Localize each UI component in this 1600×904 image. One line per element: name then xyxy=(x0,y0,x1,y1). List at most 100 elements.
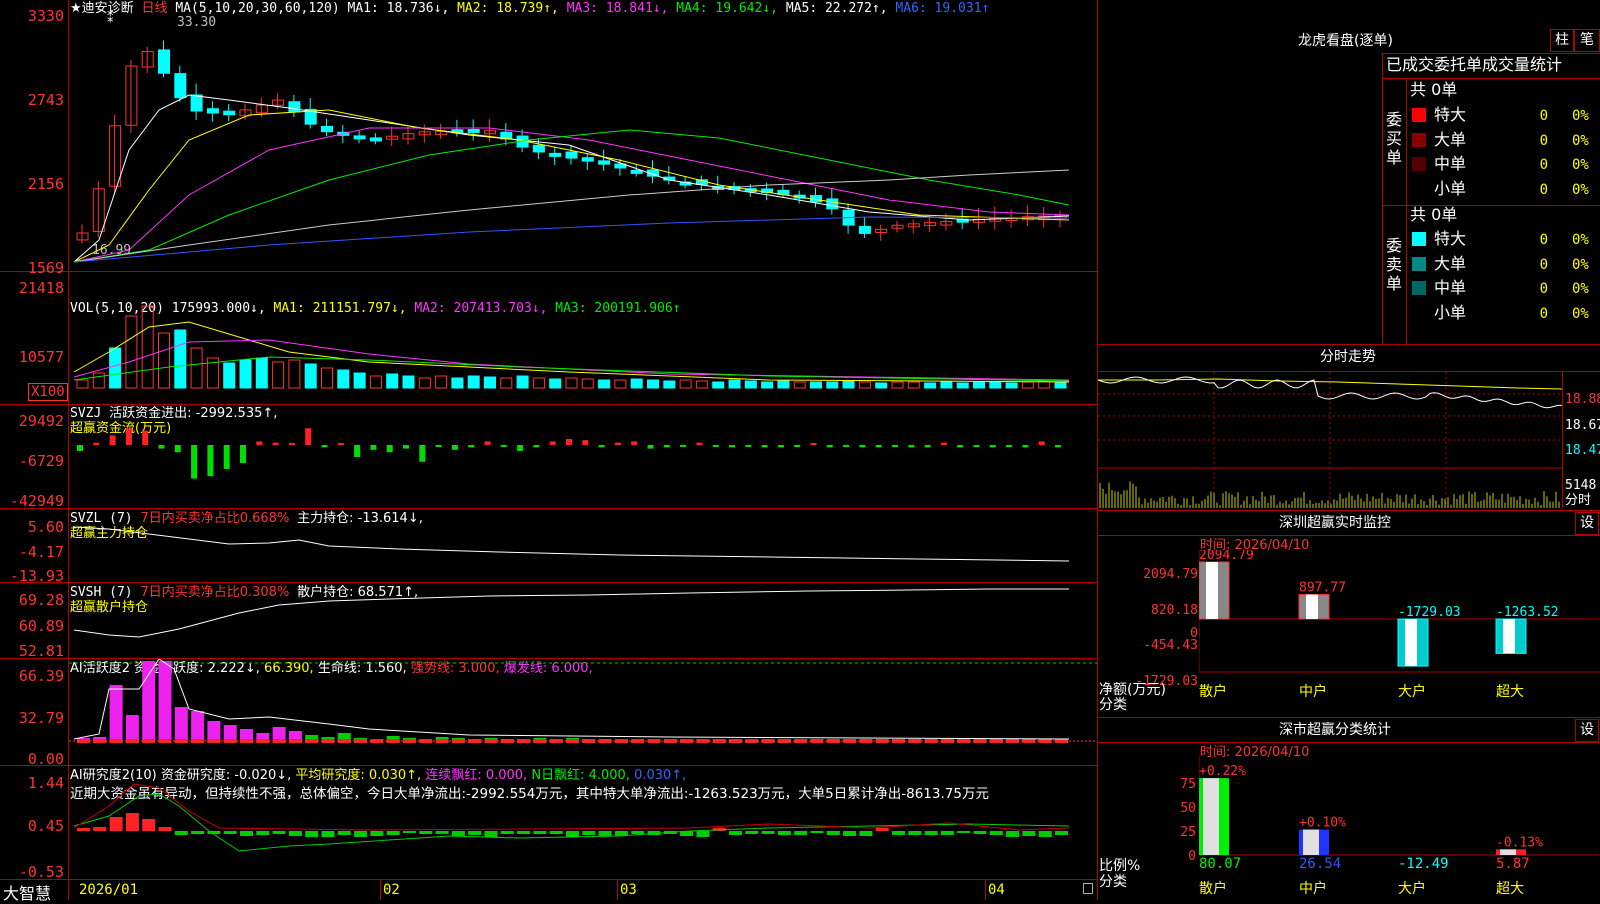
y-tick: -13.93 xyxy=(9,567,64,585)
fund-flow-chart[interactable] xyxy=(69,405,1097,508)
candle-body xyxy=(467,129,480,134)
monitor-bar-chart[interactable]: 2094.79 散户 897.77 中户 -1729.03 大户 -1263.52 超大 xyxy=(1199,550,1599,715)
category-bar-highlight xyxy=(1503,619,1515,654)
vol-bar xyxy=(435,375,448,389)
y-tick: 0.45 xyxy=(27,817,64,835)
lhb-title: 龙虎看盘(逐单) xyxy=(1298,33,1393,49)
activity-bar xyxy=(158,661,172,743)
research-bar xyxy=(826,831,840,835)
bar-value-label: -12.49 xyxy=(1398,856,1449,872)
order-type-label: 小单 xyxy=(1434,302,1467,322)
bar-value-label: 26.54 xyxy=(1299,856,1341,872)
category-label: 超大 xyxy=(1496,881,1524,897)
flow-bar xyxy=(321,445,328,448)
vol-unit-button[interactable]: X100 xyxy=(28,383,68,401)
activity-chart[interactable] xyxy=(69,659,1097,765)
x-tick: 03 xyxy=(620,882,637,898)
lhb-line xyxy=(1382,78,1600,79)
research-bar xyxy=(777,831,791,835)
main-force-chart[interactable] xyxy=(69,509,1097,582)
y-tick: -42949 xyxy=(9,492,64,510)
lock-icon[interactable] xyxy=(1083,883,1093,894)
flow-bar xyxy=(191,445,198,479)
order-pct: 0% xyxy=(1572,281,1589,297)
research-bar xyxy=(370,831,384,836)
monitor-y-tick: -454.43 xyxy=(1143,638,1198,653)
flow-bar xyxy=(1022,445,1029,448)
vol-bar xyxy=(516,375,529,389)
order-pct: 0% xyxy=(1572,256,1589,273)
volume-chart[interactable] xyxy=(69,272,1097,404)
candle-body xyxy=(369,137,382,142)
flow-bar xyxy=(256,441,263,445)
bar-view-button[interactable]: 柱 xyxy=(1550,29,1574,52)
classify-settings-button[interactable]: 设 xyxy=(1575,719,1599,742)
retail-line xyxy=(73,588,1069,638)
legend-swatch-icon xyxy=(1412,305,1426,320)
research-bar xyxy=(517,831,531,834)
y-tick: 69.28 xyxy=(18,591,64,609)
order-type-label: 中单 xyxy=(1434,278,1467,297)
flow-bar xyxy=(109,435,116,445)
flow-bar xyxy=(517,445,524,451)
candle-body xyxy=(174,73,187,99)
flow-bar xyxy=(207,445,214,477)
research-bar xyxy=(973,831,987,834)
flow-bar xyxy=(158,445,165,449)
research-bar xyxy=(566,831,579,837)
order-count: 0 xyxy=(1539,281,1548,297)
classify-y-tick: 0 xyxy=(1188,849,1196,864)
research-bar xyxy=(468,831,482,835)
flow-bar xyxy=(484,441,491,445)
category-label: 散户 xyxy=(1199,880,1227,897)
vol-bar xyxy=(647,379,659,389)
classify-y-tick: 50 xyxy=(1180,801,1196,816)
vol-bar xyxy=(663,380,676,389)
bar-value-label: 2094.79 xyxy=(1199,550,1254,563)
category-label: 中户 xyxy=(1299,683,1327,700)
monitor-settings-button[interactable]: 设 xyxy=(1575,512,1599,535)
retail-chart[interactable] xyxy=(69,583,1097,658)
ma-line xyxy=(73,109,1070,263)
buy-total: 共 0单 xyxy=(1410,80,1458,99)
research-bar xyxy=(631,831,645,834)
intraday-chart[interactable] xyxy=(1098,372,1562,508)
vol-bar xyxy=(1021,381,1034,389)
candlestick-chart[interactable]: ⁑ xyxy=(69,0,1097,271)
vol-bar xyxy=(174,329,187,389)
intraday-y-tick: 18.47 xyxy=(1565,443,1600,458)
x-tick: 2026/01 xyxy=(79,882,139,898)
tick-view-button[interactable]: 笔 xyxy=(1574,29,1600,52)
flow-bar xyxy=(892,445,898,447)
research-bar xyxy=(598,831,612,836)
research-bar xyxy=(875,828,889,831)
y-tick: 1569 xyxy=(27,259,64,277)
vol-bar xyxy=(304,363,317,389)
buy-orders-label: 委买单 xyxy=(1386,110,1403,167)
flow-bar xyxy=(451,445,458,450)
research-chart[interactable] xyxy=(69,766,1097,879)
candle-body xyxy=(288,101,301,113)
order-pct: 0% xyxy=(1572,232,1589,248)
flow-bar xyxy=(794,445,801,447)
lhb-vline xyxy=(1382,53,1383,345)
flow-bar xyxy=(908,445,915,448)
category-bar-highlight xyxy=(1306,594,1318,619)
legend-swatch-icon xyxy=(1412,232,1426,246)
vol-bar xyxy=(321,367,333,389)
vol-bar xyxy=(76,379,89,389)
classify-bar-chart[interactable]: +0.22% 80.07 散户 +0.10% 26.54 中户 -12.49 大户 -0.13%… xyxy=(1199,755,1599,900)
research-bar xyxy=(940,831,954,835)
flow-bar xyxy=(174,445,181,453)
research-bar xyxy=(142,819,156,831)
candle-body xyxy=(353,135,366,140)
main-force-line xyxy=(73,526,1070,562)
vol-bar xyxy=(532,377,545,389)
research-bar xyxy=(174,831,188,835)
flow-bar xyxy=(940,442,947,445)
intraday-y-tick: 18.67 xyxy=(1565,418,1600,433)
candle-body xyxy=(321,125,333,133)
research-bar xyxy=(321,831,335,837)
flow-bar xyxy=(93,442,100,445)
flow-bar xyxy=(761,445,768,448)
